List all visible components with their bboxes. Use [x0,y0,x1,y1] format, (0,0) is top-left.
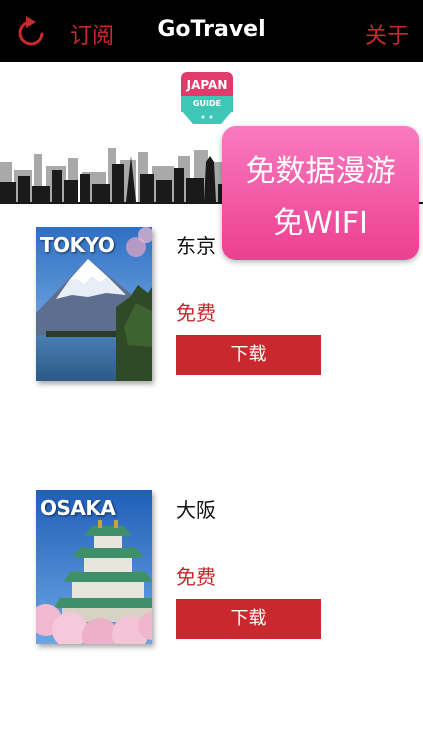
about-button[interactable]: 关于 [365,18,409,50]
guide-name: 东京 [176,234,216,258]
download-button[interactable]: 下载 [176,335,321,375]
navigation-bar: 订阅 GoTravel 关于 [0,0,423,62]
guide-name: 大阪 [176,498,216,522]
logo-bottom-text: GUIDE [193,99,221,108]
osaka-cover[interactable]: OSAKA [36,490,152,644]
logo-top-text: JAPAN [186,78,228,92]
promo-line-1: 免数据漫游 [245,154,396,189]
download-button[interactable]: 下载 [176,599,321,639]
promo-line-2: 免WIFI [273,206,368,241]
guide-price: 免费 [176,301,216,325]
osaka-cover-label: OSAKA [40,496,116,520]
app-title: GoTravel [157,17,266,42]
japan-guide-logo: JAPAN GUIDE [181,72,233,124]
tokyo-cover[interactable]: TOKYO [36,227,152,381]
tokyo-cover-label: TOKYO [40,233,115,257]
promo-badge: 免数据漫游 免WIFI [222,126,419,260]
guide-price: 免费 [176,565,216,589]
